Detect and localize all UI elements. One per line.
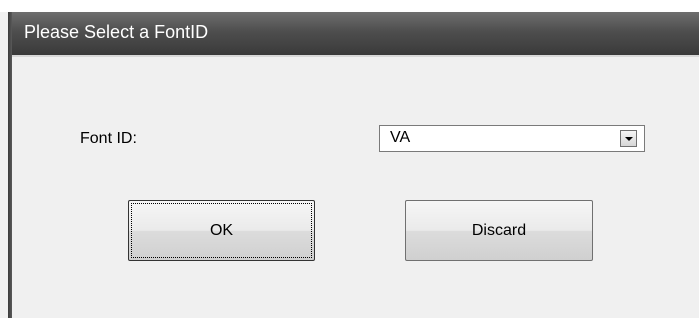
discard-button[interactable]: Discard — [405, 200, 593, 261]
font-id-dropdown[interactable]: VA — [379, 125, 645, 152]
ok-button-label: OK — [209, 222, 234, 239]
select-font-dialog: Please Select a FontID Font ID: VA OK Di… — [8, 12, 699, 318]
titlebar-divider — [8, 55, 699, 57]
chevron-down-icon[interactable] — [620, 130, 637, 147]
ok-button[interactable]: OK — [128, 200, 315, 261]
discard-button-label: Discard — [471, 222, 527, 239]
font-id-selected-value: VA — [390, 129, 411, 146]
dialog-title: Please Select a FontID — [24, 22, 209, 42]
dialog-left-border — [8, 12, 12, 318]
background-strip — [0, 0, 699, 12]
dialog-titlebar[interactable]: Please Select a FontID — [8, 12, 699, 55]
font-id-label: Font ID: — [80, 130, 137, 147]
